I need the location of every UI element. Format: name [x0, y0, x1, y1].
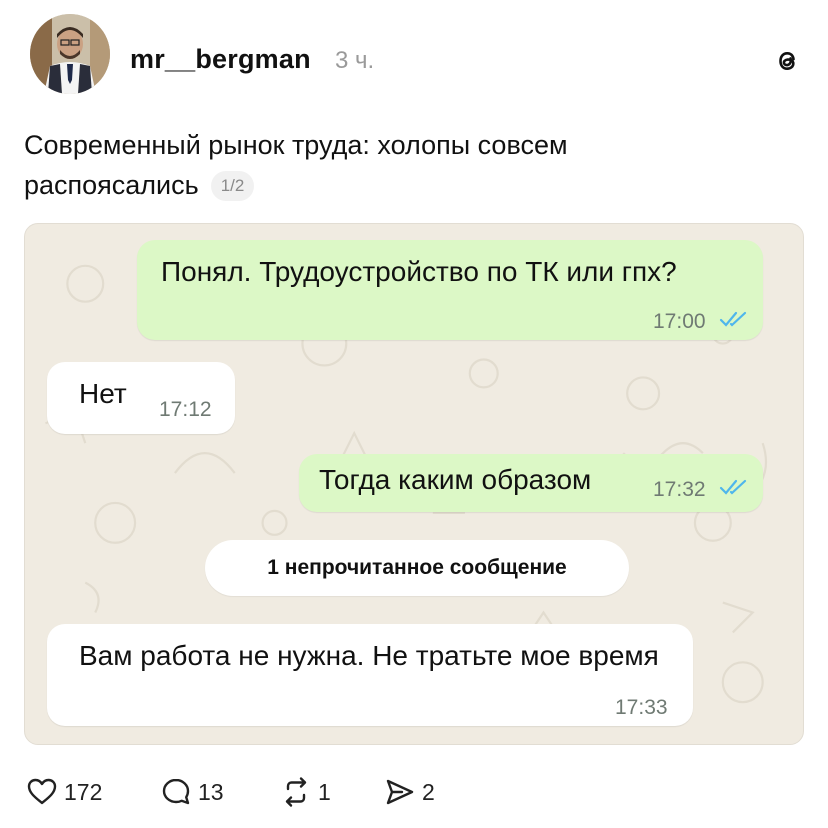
like-button[interactable]: 172	[26, 772, 102, 812]
repost-icon	[285, 777, 307, 807]
post-time: 3 ч.	[335, 47, 375, 74]
like-count: 172	[64, 778, 103, 805]
caption-text: Современный рынок труда: холопы совсем р…	[24, 130, 568, 200]
avatar[interactable]	[30, 14, 110, 94]
comment-count: 13	[198, 778, 224, 805]
username[interactable]: mr__bergman	[130, 44, 311, 75]
post-caption: Современный рынок труда: холопы совсем р…	[24, 125, 744, 205]
message-text: Вам работа не нужна. Не тратьте мое врем…	[79, 640, 659, 671]
message-bubble-outgoing[interactable]: Тогда каким образом 17:32	[299, 454, 763, 512]
message-time: 17:33	[615, 696, 668, 719]
message-time: 17:00	[653, 310, 706, 333]
message-bubble-outgoing[interactable]: Понял. Трудоустройство по ТК или гпх? 17…	[137, 240, 763, 340]
double-check-icon	[719, 479, 747, 495]
repost-count: 1	[318, 778, 331, 805]
share-button[interactable]: 2	[384, 772, 435, 812]
threads-logo-icon[interactable]	[772, 46, 802, 76]
message-text: Тогда каким образом	[319, 464, 592, 495]
share-icon	[386, 779, 414, 805]
share-count: 2	[422, 778, 435, 805]
comment-button[interactable]: 13	[160, 772, 224, 812]
message-text: Нет	[79, 378, 127, 409]
heart-icon	[27, 778, 57, 805]
message-bubble-incoming[interactable]: Вам работа не нужна. Не тратьте мое врем…	[47, 624, 693, 726]
avatar-photo	[30, 14, 110, 94]
unread-messages-banner: 1 непрочитанное сообщение	[205, 540, 629, 596]
message-time: 17:12	[159, 398, 212, 421]
message-time: 17:32	[653, 478, 706, 501]
image-counter: 1/2	[210, 171, 255, 201]
repost-button[interactable]: 1	[280, 772, 331, 812]
message-text: Понял. Трудоустройство по ТК или гпх?	[161, 256, 677, 287]
message-bubble-incoming[interactable]: Нет 17:12	[47, 362, 235, 434]
chat-screenshot[interactable]: Понял. Трудоустройство по ТК или гпх? 17…	[24, 223, 804, 745]
double-check-icon	[719, 311, 747, 327]
comment-icon	[162, 778, 190, 805]
